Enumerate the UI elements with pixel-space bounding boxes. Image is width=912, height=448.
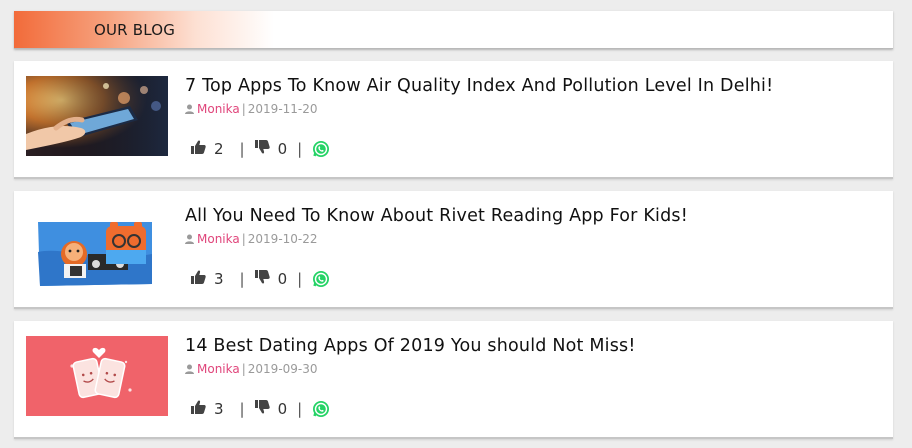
blog-section: OUR BLOG 7 Top Apps To Know Air Quality …: [0, 0, 912, 448]
post-meta: Monika | 2019-09-30: [185, 362, 318, 376]
dislike-button[interactable]: 0: [254, 140, 288, 158]
post-author[interactable]: Monika: [197, 232, 240, 246]
post-date: 2019-09-30: [247, 362, 318, 376]
meta-separator: |: [241, 232, 246, 246]
post-thumbnail[interactable]: [26, 336, 168, 416]
like-count: 3: [214, 400, 224, 418]
dislike-count: 0: [277, 270, 288, 288]
post-meta: Monika | 2019-11-20: [185, 102, 318, 116]
whatsapp-share-button[interactable]: [312, 140, 330, 158]
blog-post-card[interactable]: 14 Best Dating Apps Of 2019 You should N…: [14, 321, 893, 439]
meta-separator: |: [241, 102, 246, 116]
action-separator: |: [239, 270, 245, 288]
city-phone-image: [26, 76, 168, 156]
post-thumbnail[interactable]: [26, 206, 168, 286]
meta-separator: |: [241, 362, 246, 376]
post-title[interactable]: 7 Top Apps To Know Air Quality Index And…: [185, 76, 773, 96]
action-separator: |: [297, 140, 303, 158]
post-title[interactable]: 14 Best Dating Apps Of 2019 You should N…: [185, 336, 636, 356]
whatsapp-icon: [313, 271, 330, 287]
dislike-count: 0: [277, 400, 288, 418]
blog-post-card[interactable]: 7 Top Apps To Know Air Quality Index And…: [14, 61, 893, 179]
like-count: 3: [214, 270, 224, 288]
like-button[interactable]: 2: [191, 140, 224, 158]
like-count: 2: [214, 140, 224, 158]
dislike-button[interactable]: 0: [254, 400, 288, 418]
dating-apps-image: [26, 336, 168, 416]
post-meta: Monika | 2019-10-22: [185, 232, 318, 246]
like-button[interactable]: 3: [191, 400, 224, 418]
user-icon: [185, 104, 194, 114]
post-actions: 3 | 0 |: [191, 400, 330, 418]
whatsapp-icon: [313, 141, 330, 157]
user-icon: [185, 364, 194, 374]
thumbs-up-icon: [191, 400, 206, 418]
blog-post-card[interactable]: All You Need To Know About Rivet Reading…: [14, 191, 893, 309]
post-thumbnail[interactable]: [26, 76, 168, 156]
post-actions: 2 | 0 |: [191, 140, 330, 158]
post-date: 2019-11-20: [247, 102, 318, 116]
thumbs-down-icon: [254, 270, 270, 288]
blog-header-title: OUR BLOG: [94, 21, 176, 39]
action-separator: |: [239, 140, 245, 158]
post-title[interactable]: All You Need To Know About Rivet Reading…: [185, 206, 688, 226]
post-date: 2019-10-22: [247, 232, 318, 246]
action-separator: |: [297, 270, 303, 288]
post-author[interactable]: Monika: [197, 362, 240, 376]
user-icon: [185, 234, 194, 244]
thumbs-down-icon: [254, 400, 270, 418]
whatsapp-icon: [313, 401, 330, 417]
post-author[interactable]: Monika: [197, 102, 240, 116]
action-separator: |: [297, 400, 303, 418]
thumbs-down-icon: [254, 140, 270, 158]
thumbs-up-icon: [191, 270, 206, 288]
dislike-count: 0: [277, 140, 288, 158]
whatsapp-share-button[interactable]: [312, 400, 330, 418]
thumbs-up-icon: [191, 140, 206, 158]
like-button[interactable]: 3: [191, 270, 224, 288]
action-separator: |: [239, 400, 245, 418]
rivet-reading-image: [26, 206, 168, 286]
blog-header: OUR BLOG: [14, 11, 893, 49]
post-actions: 3 | 0 |: [191, 270, 330, 288]
dislike-button[interactable]: 0: [254, 270, 288, 288]
whatsapp-share-button[interactable]: [312, 270, 330, 288]
